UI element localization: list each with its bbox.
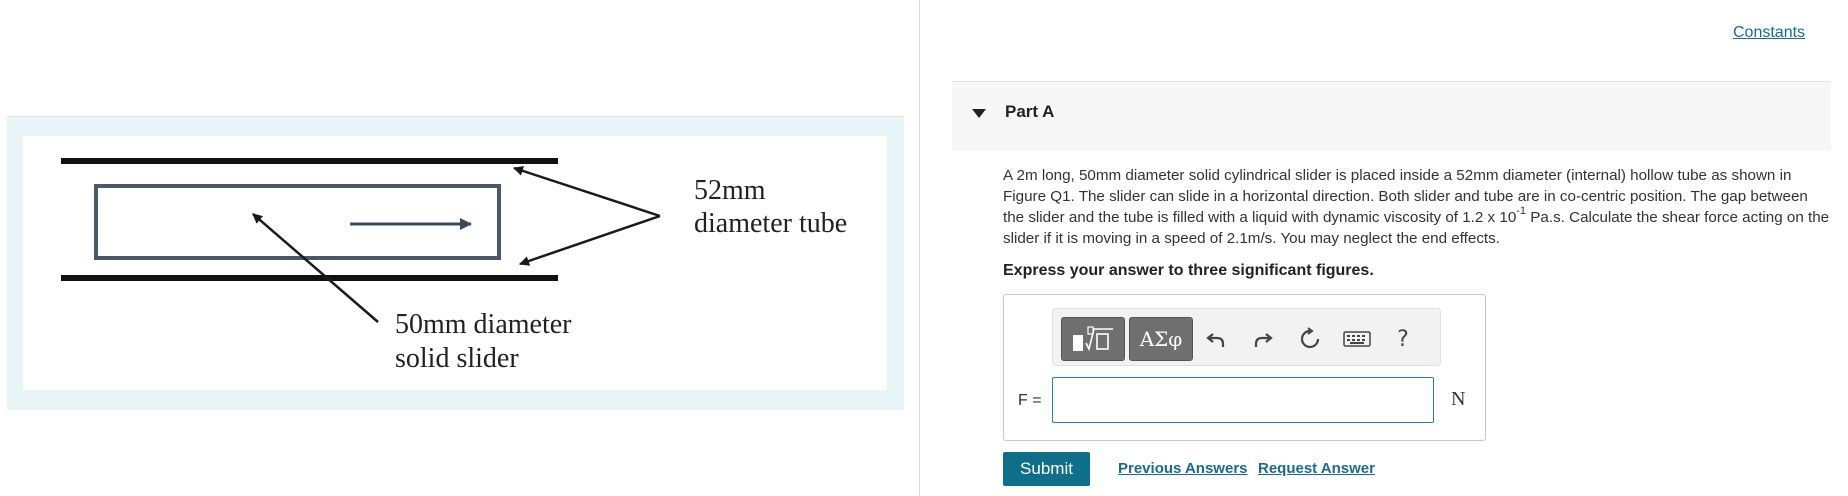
panel-divider — [919, 0, 920, 496]
figure-frame: 52mm diameter tube 50mm diameter solid s… — [7, 116, 904, 410]
slider-label-line2: solid slider — [395, 343, 519, 374]
question-text: A 2m long, 50mm diameter solid cylindric… — [1003, 165, 1831, 249]
figure-panel: 52mm diameter tube 50mm diameter solid s… — [0, 0, 920, 496]
tube-pointer-arrow-bottom — [519, 214, 661, 266]
answer-instruction: Express your answer to three significant… — [1003, 262, 1374, 279]
request-answer-link[interactable]: Request Answer — [1258, 460, 1375, 477]
undo-icon[interactable] — [1200, 323, 1232, 355]
math-toolbar: ΑΣφ ? — [1052, 308, 1441, 366]
part-title: Part A — [1005, 102, 1055, 121]
slider-pointer-arrow — [252, 213, 379, 323]
keyboard-icon[interactable] — [1341, 323, 1373, 355]
answer-box: ΑΣφ ? F = N — [1003, 294, 1486, 441]
constants-link[interactable]: Constants — [1733, 24, 1805, 42]
part-header[interactable]: Part A — [952, 81, 1831, 151]
viscosity-exponent: -1 — [1516, 204, 1527, 217]
redo-icon[interactable] — [1247, 323, 1279, 355]
answer-input[interactable] — [1052, 377, 1434, 423]
tube-label-line2: diameter tube — [694, 208, 848, 239]
tube-label-line1: 52mm — [694, 175, 766, 206]
tube-pointer-arrow-top — [513, 166, 661, 218]
collapse-caret-icon[interactable] — [972, 109, 986, 118]
unit-label: N — [1451, 388, 1466, 410]
previous-answers-link[interactable]: Previous Answers — [1118, 460, 1248, 477]
slider-body — [94, 184, 501, 260]
slider-label-line1: 50mm diameter — [395, 309, 572, 340]
reset-icon[interactable] — [1294, 323, 1326, 355]
templates-button[interactable] — [1061, 317, 1125, 361]
variable-label: F = — [1018, 392, 1042, 409]
figure-canvas: 52mm diameter tube 50mm diameter solid s… — [23, 136, 887, 390]
submit-button[interactable]: Submit — [1003, 452, 1090, 486]
help-button[interactable]: ? — [1387, 323, 1419, 355]
symbols-button[interactable]: ΑΣφ — [1129, 317, 1193, 361]
templates-icon — [1073, 326, 1113, 352]
